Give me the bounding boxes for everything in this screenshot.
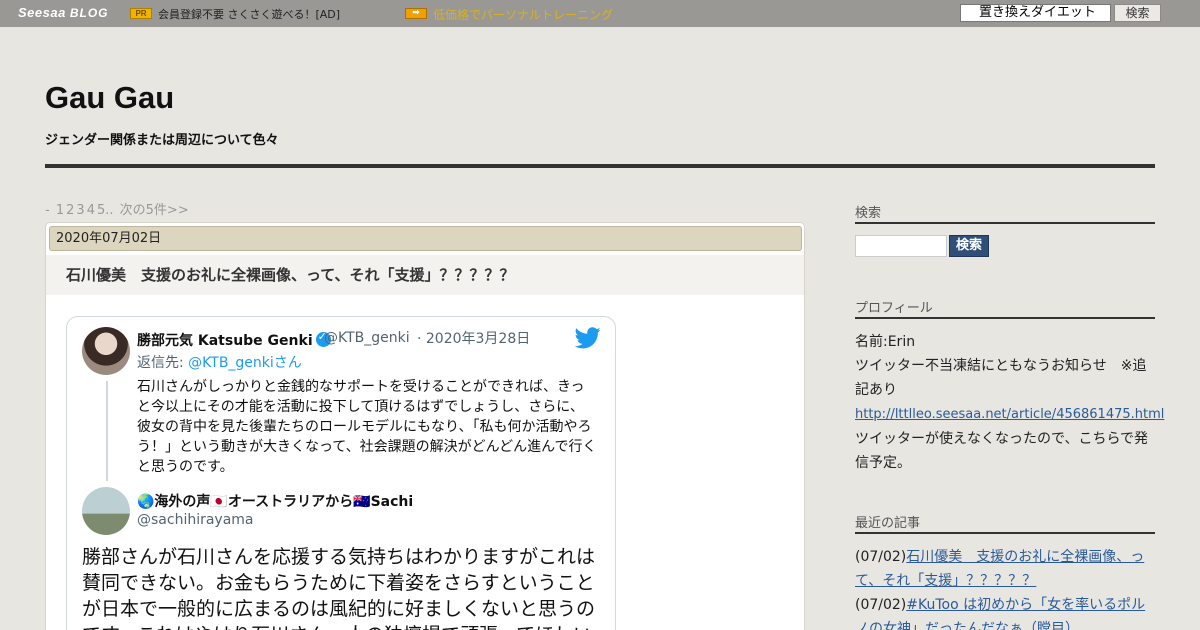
embedded-tweet[interactable]: 勝部元気 Katsube Genki @KTB_genki · 2020年3月2… — [66, 316, 616, 630]
profile-note: ツイッターが使えなくなったので、こちらで発信予定。 — [855, 431, 1149, 471]
ad-link[interactable]: 低価格でパーソナルトレーニング — [433, 6, 613, 23]
top-search-button[interactable]: 検索 — [1114, 4, 1161, 22]
recent-articles-list: (07/02)石川優美 支援のお礼に全裸画像、って、それ「支援」？？？？？ (0… — [855, 545, 1155, 630]
reply-to-prefix: 返信先: — [137, 355, 189, 371]
pager-page-2[interactable]: 2 — [66, 203, 74, 218]
pagination: - 1 2 3 4 5.. 次の5件>> — [45, 199, 191, 218]
blog-title[interactable]: Gau Gau — [45, 80, 174, 116]
tweet-parent-text: 石川さんがしっかりと金銭的なサポートを受けることができれば、きっと今以上にその才… — [137, 379, 597, 475]
thread-line — [106, 381, 108, 481]
article-date: 2020年07月02日 — [49, 226, 802, 251]
pr-badge: PR — [130, 8, 152, 19]
pager-page-5[interactable]: 5.. — [97, 203, 114, 218]
logo-blog-text: BLOG — [69, 6, 109, 20]
tweet-author-name[interactable]: 勝部元気 Katsube Genki — [137, 330, 331, 350]
sidebar-search-input[interactable] — [855, 235, 947, 257]
profile-link[interactable]: http://lttlleo.seesaa.net/article/456861… — [855, 407, 1164, 422]
pager-page-1[interactable]: 1 — [56, 203, 64, 218]
pager-page-4[interactable]: 4 — [87, 203, 95, 218]
list-item: (07/02)#KuToo は初めから「女を率いるポルノの女神」だったんだなぁ（… — [855, 593, 1155, 630]
recent-date: (07/02) — [855, 597, 907, 613]
reply-author-handle[interactable]: @sachihirayama — [137, 512, 254, 528]
profile-section: 名前:Erin ツイッター不当凍結にともなうお知らせ ※追記あり http://… — [855, 330, 1164, 475]
article-title[interactable]: 石川優美 支援のお礼に全裸画像、って、それ「支援」？？？？？ — [66, 264, 515, 285]
tweet-body-text: 勝部さんが石川さんを応援する気持ちはわかりますがこれは賛同できない。お金もらうた… — [82, 546, 596, 630]
avatar[interactable] — [82, 487, 130, 535]
arrow-right-icon: ➡ — [405, 8, 427, 19]
sidebar-search-heading: 検索 — [855, 206, 882, 221]
reply-to-handle[interactable]: @KTB_genkiさん — [188, 355, 302, 371]
reply-to-line: 返信先: @KTB_genkiさん — [137, 352, 302, 372]
pager-page-3[interactable]: 3 — [76, 203, 84, 218]
tweet-author-handle[interactable]: @KTB_genki — [324, 330, 410, 346]
sidebar-search-button[interactable]: 検索 — [949, 235, 989, 257]
sidebar-profile-heading: プロフィール — [855, 301, 933, 316]
header-divider — [45, 164, 1155, 168]
top-search-input[interactable]: 置き換えダイエット — [960, 4, 1111, 22]
sidebar-divider — [855, 532, 1155, 534]
list-item: (07/02)石川優美 支援のお礼に全裸画像、って、それ「支援」？？？？？ — [855, 545, 1155, 593]
logo-main-text: Seesaa — [18, 5, 66, 20]
reply-author-name[interactable]: 🌏海外の声🇯🇵オーストラリアから🇦🇺Sachi — [137, 491, 413, 511]
twitter-bird-icon[interactable] — [575, 327, 601, 349]
sidebar-divider — [855, 222, 1155, 224]
profile-notice: ツイッター不当凍結にともなうお知らせ ※追記あり — [855, 358, 1147, 398]
pager-next-link[interactable]: 次の5件>> — [120, 203, 189, 218]
pr-ad-link[interactable]: 会員登録不要 さくさく遊べる！[AD] — [158, 6, 340, 22]
sidebar-divider — [855, 317, 1155, 319]
blog-description: ジェンダー関係または周辺について色々 — [45, 133, 279, 148]
tweet-date[interactable]: · 2020年3月28日 — [417, 328, 530, 348]
profile-name: 名前:Erin — [855, 334, 916, 350]
avatar[interactable] — [82, 327, 130, 375]
seesaa-blog-logo[interactable]: Seesaa BLOG — [18, 5, 109, 20]
article: 2020年07月02日 石川優美 支援のお礼に全裸画像、って、それ「支援」？？？… — [45, 222, 805, 630]
recent-date: (07/02) — [855, 549, 907, 565]
pager-dash: - — [45, 203, 50, 218]
sidebar-recent-heading: 最近の記事 — [855, 516, 921, 531]
tweet-author-name-text: 勝部元気 Katsube Genki — [137, 333, 313, 349]
